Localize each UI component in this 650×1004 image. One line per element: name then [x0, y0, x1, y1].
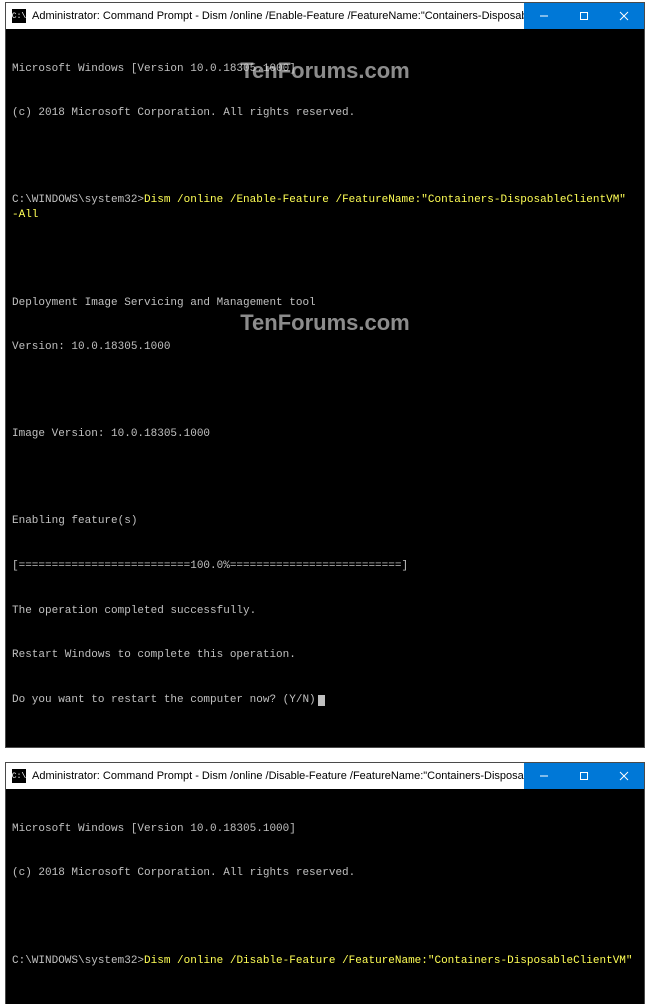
- output-line: Restart Windows to complete this operati…: [12, 648, 638, 663]
- banner-line: (c) 2018 Microsoft Corporation. All righ…: [12, 866, 638, 881]
- output-line: Image Version: 10.0.18305.1000: [12, 427, 638, 442]
- progress-line: [==========================100.0%=======…: [12, 559, 638, 574]
- output-line: Deployment Image Servicing and Managemen…: [12, 296, 638, 311]
- close-icon: [619, 11, 629, 21]
- close-button[interactable]: [604, 3, 644, 29]
- cmd-icon: C:\: [12, 9, 26, 23]
- command-text: Dism /online /Disable-Feature /FeatureNa…: [144, 955, 632, 967]
- restart-prompt: Do you want to restart the computer now?…: [12, 693, 638, 708]
- output-line: Enabling feature(s): [12, 514, 638, 529]
- terminal-body[interactable]: Microsoft Windows [Version 10.0.18305.10…: [6, 29, 644, 747]
- minimize-icon: [539, 11, 549, 21]
- minimize-icon: [539, 771, 549, 781]
- close-button[interactable]: [604, 763, 644, 789]
- titlebar[interactable]: C:\ Administrator: Command Prompt - Dism…: [6, 763, 644, 789]
- window-title: Administrator: Command Prompt - Dism /on…: [32, 770, 524, 782]
- output-line: The operation completed successfully.: [12, 604, 638, 619]
- maximize-icon: [579, 11, 589, 21]
- maximize-button[interactable]: [564, 3, 604, 29]
- maximize-icon: [579, 771, 589, 781]
- banner-line: (c) 2018 Microsoft Corporation. All righ…: [12, 106, 638, 121]
- titlebar[interactable]: C:\ Administrator: Command Prompt - Dism…: [6, 3, 644, 29]
- cmd-window-enable: C:\ Administrator: Command Prompt - Dism…: [5, 2, 645, 748]
- cursor: [318, 695, 325, 706]
- banner-line: Microsoft Windows [Version 10.0.18305.10…: [12, 62, 638, 77]
- close-icon: [619, 771, 629, 781]
- minimize-button[interactable]: [524, 763, 564, 789]
- output-line: Version: 10.0.18305.1000: [12, 340, 638, 355]
- maximize-button[interactable]: [564, 763, 604, 789]
- command-line: C:\WINDOWS\system32>Dism /online /Enable…: [12, 193, 638, 223]
- terminal-body[interactable]: Microsoft Windows [Version 10.0.18305.10…: [6, 789, 644, 1004]
- window-controls: [524, 763, 644, 789]
- command-line: C:\WINDOWS\system32>Dism /online /Disabl…: [12, 954, 638, 969]
- banner-line: Microsoft Windows [Version 10.0.18305.10…: [12, 822, 638, 837]
- window-title: Administrator: Command Prompt - Dism /on…: [32, 10, 524, 22]
- minimize-button[interactable]: [524, 3, 564, 29]
- cmd-icon: C:\: [12, 769, 26, 783]
- window-controls: [524, 3, 644, 29]
- prompt: C:\WINDOWS\system32>: [12, 955, 144, 967]
- prompt: C:\WINDOWS\system32>: [12, 194, 144, 206]
- cmd-window-disable: C:\ Administrator: Command Prompt - Dism…: [5, 762, 645, 1004]
